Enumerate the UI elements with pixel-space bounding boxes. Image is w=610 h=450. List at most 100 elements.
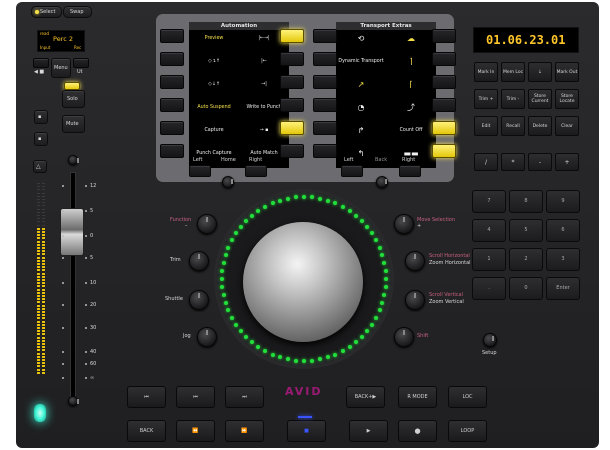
- setup-knob[interactable]: [483, 333, 497, 347]
- operator-key-0[interactable]: /: [474, 153, 498, 171]
- mem-key-6[interactable]: Store Current: [528, 89, 552, 109]
- numpad-key-11[interactable]: Enter: [546, 277, 580, 300]
- operator-key-2[interactable]: -: [528, 153, 552, 171]
- meter-segment: [37, 256, 40, 259]
- numpad-key-2[interactable]: 9: [546, 190, 580, 213]
- automation-left-button[interactable]: [189, 165, 211, 177]
- move-selection-knob[interactable]: [394, 214, 414, 234]
- mute-button[interactable]: Mute: [62, 115, 85, 133]
- transport-right-button[interactable]: [399, 165, 421, 177]
- mem-key-2[interactable]: ↓: [528, 62, 552, 82]
- softkey-3-4[interactable]: [432, 121, 456, 135]
- softkey-2-2[interactable]: [313, 75, 337, 89]
- operator-key-3[interactable]: +: [555, 153, 579, 171]
- numpad-key-0[interactable]: 7: [472, 190, 506, 213]
- right-channel-button[interactable]: [73, 58, 89, 68]
- transport-row1-button-2[interactable]: ⏭: [225, 386, 264, 408]
- fader-top-knob[interactable]: [68, 155, 79, 165]
- softkey-3-3[interactable]: [432, 98, 456, 112]
- transport-row1-button-3[interactable]: BACK+▶: [346, 386, 385, 408]
- jog-knob[interactable]: [197, 327, 217, 347]
- transport-row2-button-3[interactable]: ■: [287, 420, 326, 442]
- transport-row1-button-5[interactable]: LOC: [448, 386, 487, 408]
- shuttle-knob[interactable]: [189, 290, 209, 310]
- numpad-key-6[interactable]: 1: [472, 248, 506, 271]
- scroll-horizontal-knob[interactable]: [405, 251, 425, 271]
- softkey-2-1[interactable]: [313, 52, 337, 66]
- mem-key-0[interactable]: Mark In: [474, 62, 498, 82]
- softkey-0-0[interactable]: [160, 29, 184, 43]
- mem-key-7[interactable]: Store Locate: [555, 89, 579, 109]
- mem-key-5[interactable]: Trim -: [501, 89, 525, 109]
- scroll-vertical-knob[interactable]: [405, 290, 425, 310]
- transport-row1-button-0[interactable]: ⏮: [127, 386, 166, 408]
- select-button[interactable]: Select: [31, 6, 62, 18]
- softkey-1-2[interactable]: [280, 75, 304, 89]
- solo-button[interactable]: Solo: [62, 90, 85, 108]
- trim-knob[interactable]: [189, 251, 209, 271]
- softkey-1-5[interactable]: [280, 144, 304, 158]
- numpad-key-9[interactable]: .: [472, 277, 506, 300]
- transport-row2-button-4[interactable]: ▶: [349, 420, 388, 442]
- transport-back-label: Back: [375, 157, 388, 163]
- jog-wheel[interactable]: [243, 222, 363, 342]
- transport-row1-button-1[interactable]: ⏮: [176, 386, 215, 408]
- swap-button[interactable]: Swap: [63, 6, 92, 18]
- numpad-key-8[interactable]: 3: [546, 248, 580, 271]
- softkey-0-2[interactable]: [160, 75, 184, 89]
- transport-row2-button-1[interactable]: ⏪: [176, 420, 215, 442]
- mem-key-10[interactable]: Delete: [528, 116, 552, 136]
- softkey-2-4[interactable]: [313, 121, 337, 135]
- numpad-key-3[interactable]: 4: [472, 219, 506, 242]
- softkey-0-1[interactable]: [160, 52, 184, 66]
- transport-back-knob[interactable]: [376, 176, 388, 188]
- mem-key-9[interactable]: Recall: [501, 116, 525, 136]
- led-ring-dot: [223, 253, 228, 258]
- channel-assign-button-2[interactable]: ▪: [34, 132, 48, 146]
- softkey-0-4[interactable]: [160, 121, 184, 135]
- numpad-key-5[interactable]: 6: [546, 219, 580, 242]
- softkey-1-4[interactable]: [280, 121, 304, 135]
- fader-cap[interactable]: [60, 208, 84, 256]
- scale-dot: [62, 327, 64, 329]
- transport-row1-button-4[interactable]: R MODE: [398, 386, 437, 408]
- fader-bottom-knob[interactable]: [68, 396, 79, 406]
- transport-row2-button-5[interactable]: ●: [398, 420, 437, 442]
- mem-key-1[interactable]: Mem Loc: [501, 62, 525, 82]
- softkey-1-1[interactable]: [280, 52, 304, 66]
- mem-key-8[interactable]: Edit: [474, 116, 498, 136]
- mem-key-4[interactable]: Trim +: [474, 89, 498, 109]
- shift-knob[interactable]: [394, 327, 414, 347]
- numpad-key-1[interactable]: 8: [509, 190, 543, 213]
- softkey-1-3[interactable]: [280, 98, 304, 112]
- numpad-key-7[interactable]: 2: [509, 248, 543, 271]
- mem-key-11[interactable]: Clear: [555, 116, 579, 136]
- channel-assign-button-1[interactable]: ▪: [34, 110, 48, 124]
- softkey-3-1[interactable]: [432, 52, 456, 66]
- meter-segment: [37, 282, 40, 285]
- transport-row2-button-2[interactable]: ⏩: [225, 420, 264, 442]
- softkey-3-5[interactable]: [432, 144, 456, 158]
- transport-row2-button-0[interactable]: BACK: [127, 420, 166, 442]
- softkey-0-5[interactable]: [160, 144, 184, 158]
- softkey-2-0[interactable]: [313, 29, 337, 43]
- automation-home-knob[interactable]: [222, 176, 234, 188]
- automation-right-button[interactable]: [245, 165, 267, 177]
- softkey-3-0[interactable]: [432, 29, 456, 43]
- softkey-0-3[interactable]: [160, 98, 184, 112]
- softkey-2-5[interactable]: [313, 144, 337, 158]
- left-channel-button[interactable]: [33, 58, 49, 68]
- transport-left-button[interactable]: [341, 165, 363, 177]
- operator-key-1[interactable]: *: [501, 153, 525, 171]
- menu-button[interactable]: Menu: [51, 58, 71, 78]
- softkey-1-0[interactable]: [280, 29, 304, 43]
- transport-row2-button-6[interactable]: LOOP: [448, 420, 487, 442]
- function-knob[interactable]: [197, 214, 217, 234]
- numpad-key-4[interactable]: 5: [509, 219, 543, 242]
- mem-key-3[interactable]: Mark Out: [555, 62, 579, 82]
- softkey-3-2[interactable]: [432, 75, 456, 89]
- softkey-2-3[interactable]: [313, 98, 337, 112]
- numpad-key-10[interactable]: 0: [509, 277, 543, 300]
- warning-button[interactable]: △: [33, 160, 47, 173]
- channel-assign-icon-2: ▪: [38, 136, 42, 142]
